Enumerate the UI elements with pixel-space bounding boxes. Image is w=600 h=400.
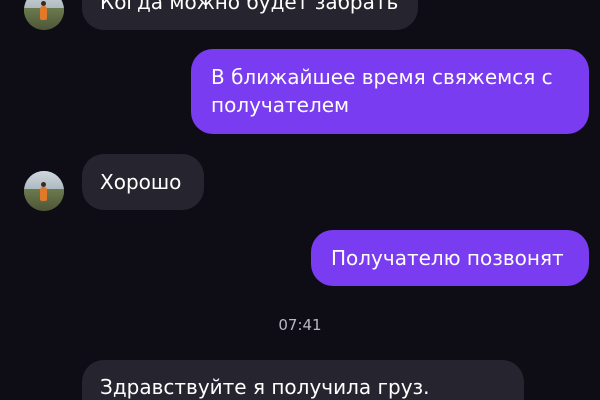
message-text: Хорошо (100, 170, 182, 194)
message-bubble-outgoing[interactable]: Получателю позвонят (311, 230, 589, 286)
message-timestamp: 07:41 (278, 316, 322, 334)
message-bubble-incoming[interactable]: Здравствуйте я получила груз. (82, 360, 524, 400)
avatar-figure-body (40, 6, 47, 20)
message-text: Получателю позвонят (331, 246, 564, 270)
message-text-line-1: В ближайшее время свяжемся с (211, 65, 553, 89)
sender-avatar[interactable] (24, 171, 64, 211)
message-bubble-incoming[interactable]: Когда можно будет забрать (82, 0, 419, 30)
message-bubble-outgoing[interactable]: В ближайшее время свяжемся с получателем (191, 49, 589, 134)
avatar-figure-body (40, 187, 47, 201)
message-text: Когда можно будет забрать (100, 0, 399, 14)
sender-avatar[interactable] (24, 0, 64, 30)
message-text: Здравствуйте я получила груз. (100, 375, 430, 399)
message-bubble-incoming[interactable]: Хорошо (82, 154, 204, 210)
message-text-line-2: получателем (211, 93, 350, 117)
chat-thread: Когда можно будет забрать В ближайшее вр… (0, 0, 600, 400)
